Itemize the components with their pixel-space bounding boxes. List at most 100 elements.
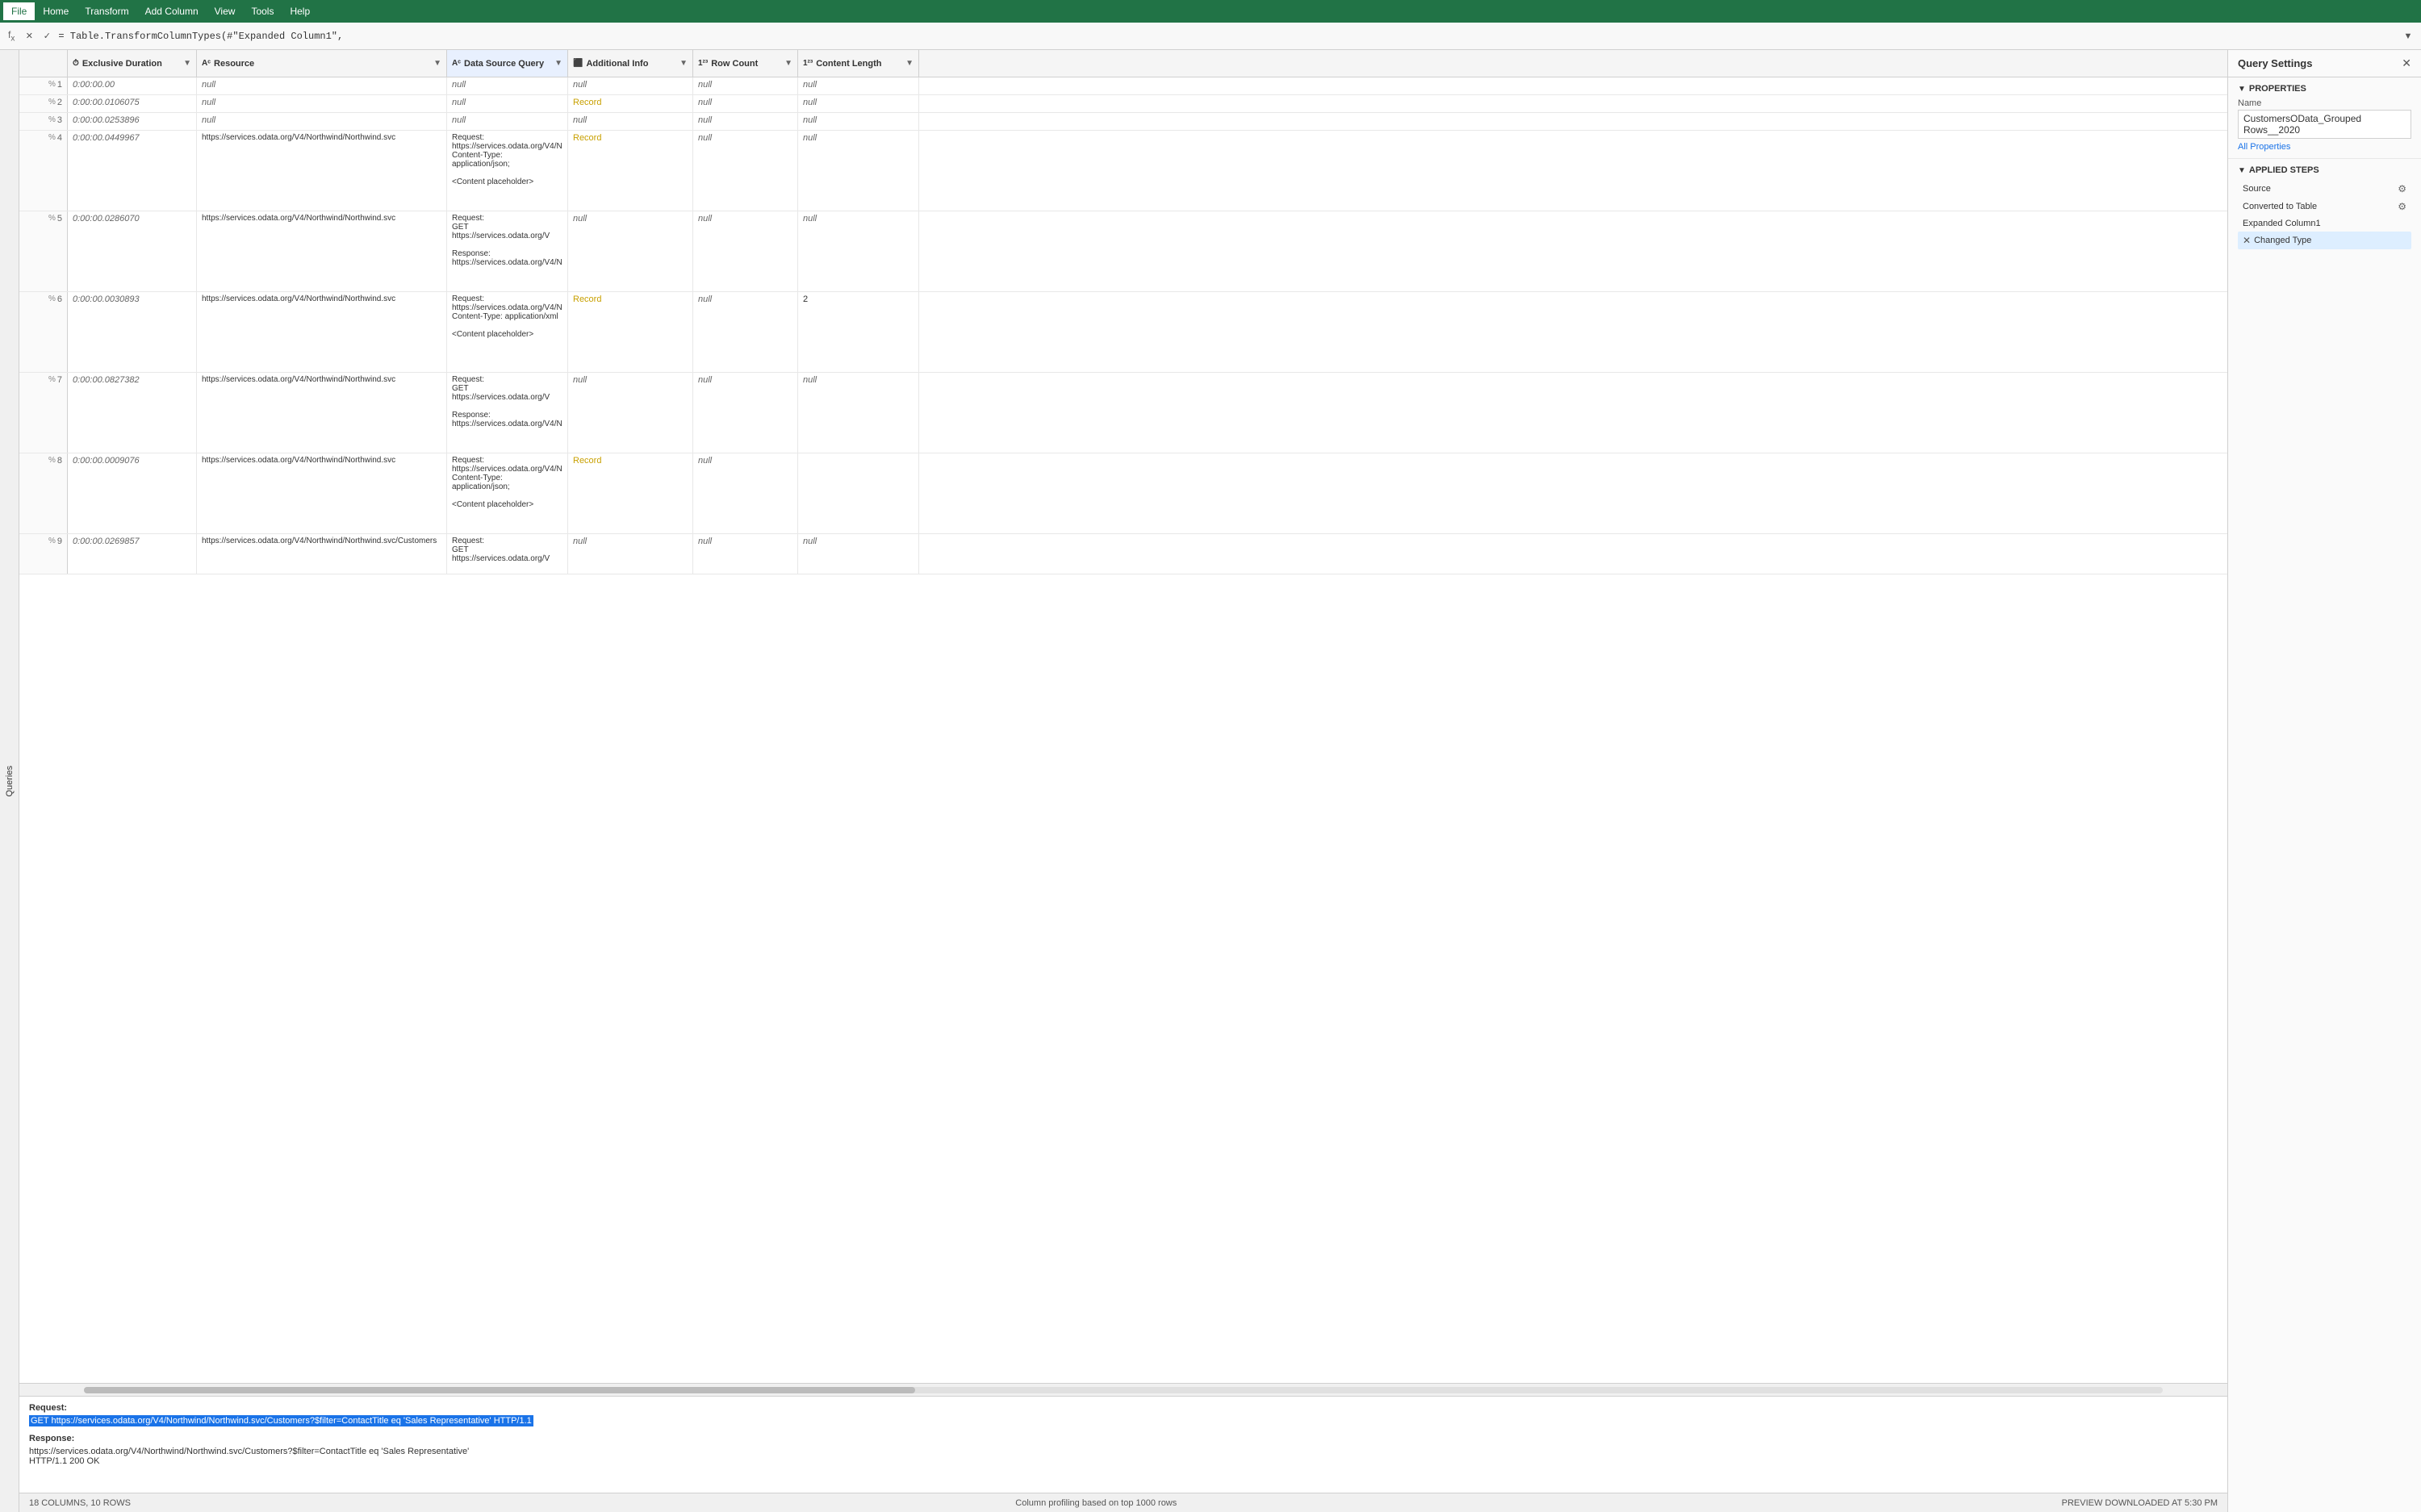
col-header-row-count[interactable]: 1²³ Row Count ▼ <box>693 50 798 77</box>
grid-body[interactable]: %1 0:00:00.00 null null null null null %… <box>19 77 2227 1383</box>
cell-8-additional[interactable]: Record <box>568 453 693 533</box>
cell-9-datasource: Request: GET https://services.odata.org/… <box>447 534 568 574</box>
menu-tools[interactable]: Tools <box>243 2 282 20</box>
cell-5-datasource: Request: GET https://services.odata.org/… <box>447 211 568 291</box>
close-panel-button[interactable]: ✕ <box>2402 56 2411 70</box>
col-filter-contentlen[interactable]: ▼ <box>905 59 914 68</box>
preview-panel: Request: GET https://services.odata.org/… <box>19 1396 2227 1493</box>
step-converted-to-table[interactable]: Converted to Table ⚙ <box>2238 198 2411 215</box>
menu-help[interactable]: Help <box>282 2 318 20</box>
cell-7-contentlen: null <box>798 373 919 453</box>
menu-add-column[interactable]: Add Column <box>137 2 207 20</box>
grid-header: ⏱ Exclusive Duration ▼ Aᶜ Resource ▼ Aᶜ … <box>19 50 2227 77</box>
table-row: %7 0:00:00.0827382 https://services.odat… <box>19 373 2227 453</box>
col-header-content-length[interactable]: 1²³ Content Length ▼ <box>798 50 919 77</box>
row-num-6: %6 <box>19 292 68 372</box>
col-header-resource[interactable]: Aᶜ Resource ▼ <box>197 50 447 77</box>
cell-9-additional: null <box>568 534 693 574</box>
step-source[interactable]: Source ⚙ <box>2238 180 2411 198</box>
cell-2-additional[interactable]: Record <box>568 95 693 112</box>
name-label: Name <box>2238 98 2411 108</box>
col-header-exclusive-duration[interactable]: ⏱ Exclusive Duration ▼ <box>68 50 197 77</box>
row-num-5: %5 <box>19 211 68 291</box>
formula-confirm-button[interactable]: ✓ <box>39 28 55 44</box>
cell-8-resource: https://services.odata.org/V4/Northwind/… <box>197 453 447 533</box>
cell-7-datasource: Request: GET https://services.odata.org/… <box>447 373 568 453</box>
fx-button[interactable]: fx <box>5 27 18 44</box>
col-label-contentlen: Content Length <box>816 59 881 69</box>
col-icon-additional: ⬛ <box>573 59 583 68</box>
cell-3-contentlen: null <box>798 113 919 130</box>
panel-title: Query Settings <box>2238 57 2312 69</box>
col-header-data-source-query[interactable]: Aᶜ Data Source Query ▼ <box>447 50 568 77</box>
col-filter-resource[interactable]: ▼ <box>433 59 441 68</box>
horizontal-scrollbar[interactable] <box>19 1383 2227 1396</box>
name-value[interactable]: CustomersOData_Grouped Rows__2020 <box>2238 110 2411 139</box>
col-filter-datasource[interactable]: ▼ <box>554 59 562 68</box>
h-scroll-track[interactable] <box>84 1387 2163 1393</box>
step-expanded-column1[interactable]: Expanded Column1 <box>2238 215 2411 232</box>
all-properties-link[interactable]: All Properties <box>2238 142 2411 152</box>
col-header-additional-info[interactable]: ⬛ Additional Info ▼ <box>568 50 693 77</box>
cell-6-datasource: Request: https://services.odata.org/V4/N… <box>447 292 568 372</box>
cell-4-additional[interactable]: Record <box>568 131 693 211</box>
cell-6-resource: https://services.odata.org/V4/Northwind/… <box>197 292 447 372</box>
cell-7-rowcount: null <box>693 373 798 453</box>
grid-container: ⏱ Exclusive Duration ▼ Aᶜ Resource ▼ Aᶜ … <box>19 50 2227 1512</box>
col-icon-datasource: Aᶜ <box>452 59 461 68</box>
col-icon-exclusive: ⏱ <box>73 59 79 68</box>
properties-label: PROPERTIES <box>2249 84 2306 94</box>
cell-1-datasource: null <box>447 77 568 94</box>
cell-3-exclusive: 0:00:00.0253896 <box>68 113 197 130</box>
formula-bar: fx ✕ ✓ ▼ <box>0 23 2421 50</box>
menu-file[interactable]: File <box>3 2 35 20</box>
row-num-8: %8 <box>19 453 68 533</box>
table-row: %6 0:00:00.0030893 https://services.odat… <box>19 292 2227 373</box>
row-num-3: %3 <box>19 113 68 130</box>
cell-7-exclusive: 0:00:00.0827382 <box>68 373 197 453</box>
cell-1-exclusive: 0:00:00.00 <box>68 77 197 94</box>
col-icon-rowcount: 1²³ <box>698 59 708 68</box>
main-layout: Queries ⏱ Exclusive Duration ▼ Aᶜ Resour… <box>0 50 2421 1512</box>
cell-1-contentlen: null <box>798 77 919 94</box>
formula-expand-button[interactable]: ▼ <box>2400 28 2416 44</box>
cell-2-exclusive: 0:00:00.0106075 <box>68 95 197 112</box>
formula-cancel-button[interactable]: ✕ <box>21 28 37 44</box>
cell-2-contentlen: null <box>798 95 919 112</box>
row-num-1: %1 <box>19 77 68 94</box>
menu-bar: File Home Transform Add Column View Tool… <box>0 0 2421 23</box>
columns-info: 18 COLUMNS, 10 ROWS <box>29 1498 131 1508</box>
step-converted-gear-icon[interactable]: ⚙ <box>2398 201 2406 212</box>
preview-response-label: Response: <box>29 1434 2218 1443</box>
applied-steps-label: APPLIED STEPS <box>2249 165 2319 175</box>
h-scroll-thumb[interactable] <box>84 1387 915 1393</box>
cell-8-datasource: Request: https://services.odata.org/V4/N… <box>447 453 568 533</box>
col-filter-rowcount[interactable]: ▼ <box>784 59 792 68</box>
col-filter-exclusive[interactable]: ▼ <box>183 59 191 68</box>
col-label-resource: Resource <box>214 59 254 69</box>
menu-transform[interactable]: Transform <box>77 2 136 20</box>
highlighted-url: GET https://services.odata.org/V4/Northw… <box>29 1415 533 1426</box>
applied-steps-header[interactable]: ▼ APPLIED STEPS <box>2238 165 2411 175</box>
menu-view[interactable]: View <box>207 2 244 20</box>
properties-section-header[interactable]: ▼ PROPERTIES <box>2238 84 2411 94</box>
queries-label: Queries <box>5 766 15 797</box>
cell-3-resource: null <box>197 113 447 130</box>
cell-9-rowcount: null <box>693 534 798 574</box>
step-source-label: Source <box>2243 184 2398 194</box>
formula-input[interactable] <box>58 31 2397 42</box>
cell-4-resource: https://services.odata.org/V4/Northwind/… <box>197 131 447 211</box>
step-changed-type[interactable]: ✕ Changed Type <box>2238 232 2411 249</box>
table-row: %3 0:00:00.0253896 null null null null n… <box>19 113 2227 131</box>
col-filter-additional[interactable]: ▼ <box>679 59 688 68</box>
col-icon-resource: Aᶜ <box>202 59 211 68</box>
cell-4-exclusive: 0:00:00.0449967 <box>68 131 197 211</box>
cell-5-additional: null <box>568 211 693 291</box>
menu-home[interactable]: Home <box>35 2 77 20</box>
step-changed-type-x-icon[interactable]: ✕ <box>2243 235 2251 246</box>
preview-response-url: https://services.odata.org/V4/Northwind/… <box>29 1447 2218 1456</box>
table-row: %2 0:00:00.0106075 null null Record null… <box>19 95 2227 113</box>
cell-6-additional[interactable]: Record <box>568 292 693 372</box>
cell-8-rowcount: null <box>693 453 798 533</box>
step-source-gear-icon[interactable]: ⚙ <box>2398 183 2406 194</box>
